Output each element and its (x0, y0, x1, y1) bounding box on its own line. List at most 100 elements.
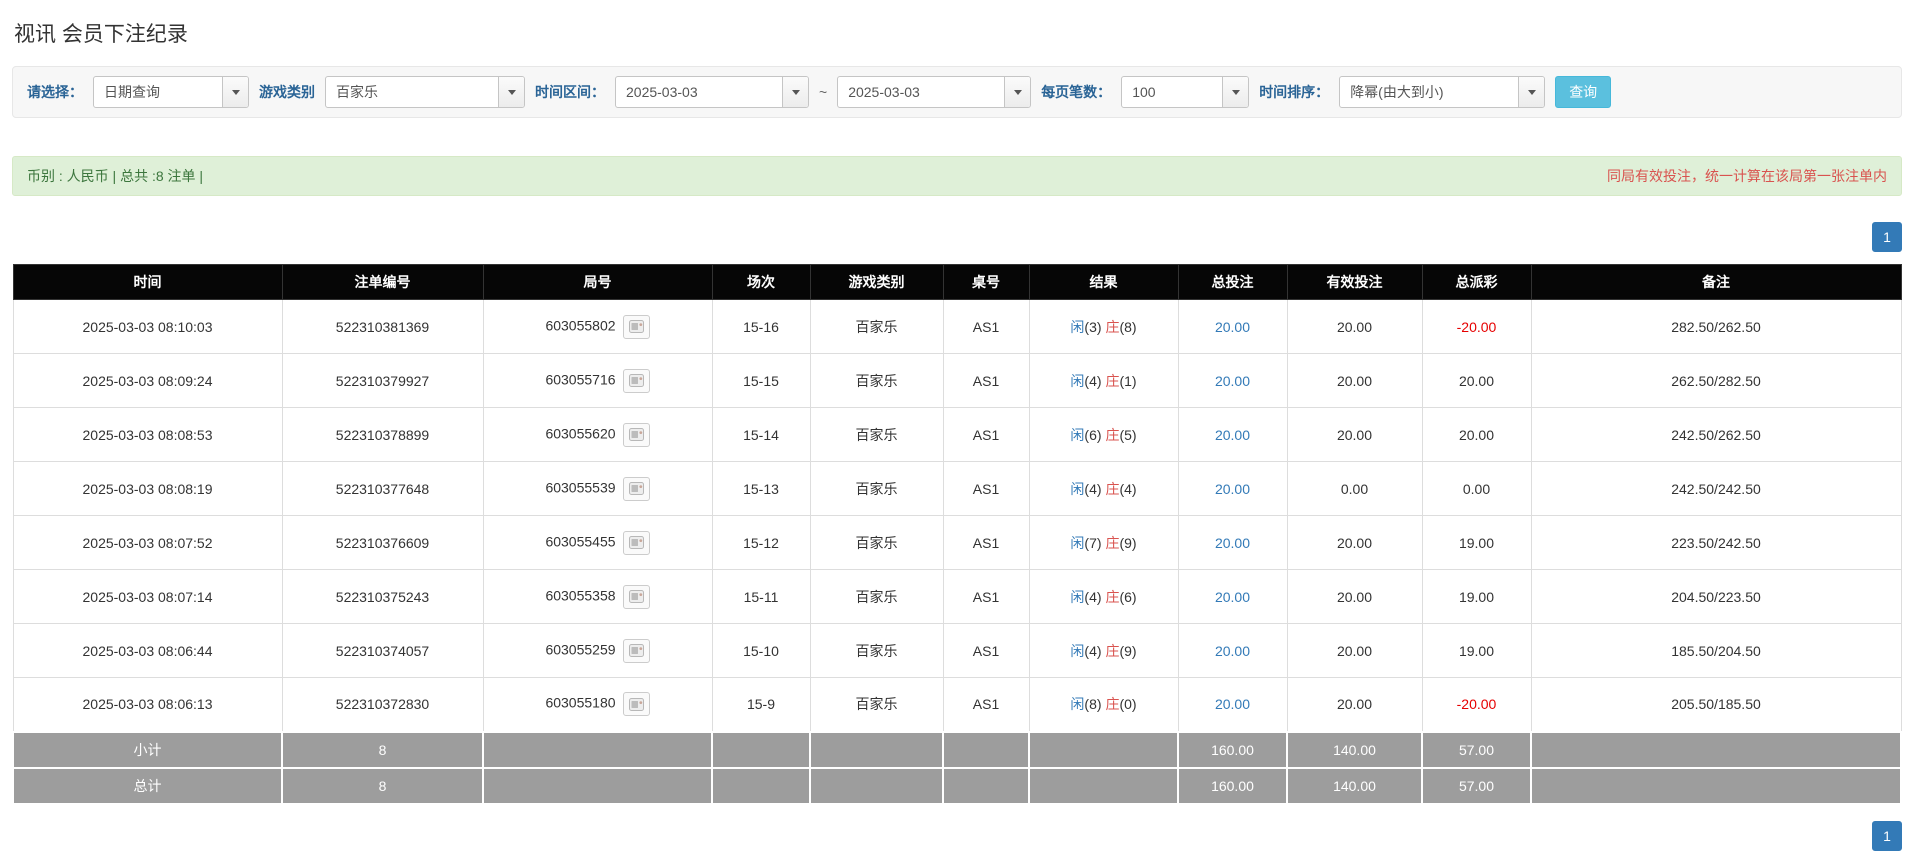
cell-time: 2025-03-03 08:10:03 (12, 299, 283, 354)
date-range-separator: ~ (819, 84, 828, 100)
cell-time: 2025-03-03 08:09:24 (12, 353, 283, 408)
query-type-value: 日期查询 (104, 84, 160, 100)
video-icon (628, 428, 644, 441)
video-replay-button[interactable] (622, 584, 650, 609)
result-player-label: 闲 (1070, 426, 1085, 443)
total-bet-link[interactable]: 20.00 (1215, 535, 1250, 551)
cell-valid-bet: 20.00 (1286, 677, 1423, 732)
cell-session: 15-15 (711, 353, 811, 408)
cell-session: 15-11 (711, 569, 811, 624)
cell-table-no: AS1 (942, 677, 1030, 732)
sort-dropdown-button[interactable] (1518, 77, 1545, 107)
subtotal-row-cell: 160.00 (1177, 730, 1288, 769)
video-replay-button[interactable] (622, 530, 650, 555)
result-banker-label: 庄 (1105, 480, 1120, 497)
sort-select[interactable]: 降幂(由大到小) (1339, 76, 1546, 108)
page-size-select[interactable]: 100 (1121, 76, 1250, 108)
video-replay-button[interactable] (622, 476, 650, 501)
sort-value: 降幂(由大到小) (1350, 84, 1444, 100)
result-banker-label: 庄 (1105, 696, 1120, 713)
cell-table-no: AS1 (942, 623, 1030, 678)
cell-payout: 20.00 (1421, 353, 1532, 408)
video-replay-button[interactable] (622, 638, 650, 663)
search-button[interactable]: 查询 (1555, 76, 1612, 108)
video-replay-button[interactable] (622, 692, 650, 717)
table-footer: 小计 8 160.00 140.00 57.00 总计 8 160.00 140.00 57.00 (12, 730, 1902, 805)
round-id-text: 603055802 (545, 317, 616, 334)
cell-remark: 262.50/282.50 (1530, 353, 1902, 408)
cell-remark: 205.50/185.50 (1530, 677, 1902, 732)
cell-table-no: AS1 (942, 515, 1030, 570)
cell-total-bet: 20.00 (1177, 407, 1288, 462)
game-type-select[interactable]: 百家乐 (325, 76, 525, 108)
result-player-label: 闲 (1070, 588, 1085, 605)
cell-bet-id: 522310381369 (281, 299, 484, 354)
table-row: 2025-03-03 08:08:53 522310378899 603055620… (12, 407, 1902, 462)
date-from-select[interactable]: 2025-03-03 (615, 76, 809, 108)
date-to-value: 2025-03-03 (848, 84, 920, 100)
total-row: 总计 8 160.00 140.00 57.00 (12, 766, 1902, 805)
total-bet-link[interactable]: 20.00 (1215, 319, 1250, 335)
cell-payout: 0.00 (1421, 461, 1532, 516)
payout-value: 19.00 (1458, 642, 1495, 659)
date-to-select[interactable]: 2025-03-03 (837, 76, 1032, 108)
date-to-dropdown-button[interactable] (1004, 77, 1031, 107)
result-banker-score: (4) (1119, 480, 1137, 497)
cell-result: 闲(4) 庄(6) (1028, 569, 1179, 624)
game-type-value: 百家乐 (336, 84, 378, 100)
cell-result: 闲(4) 庄(9) (1028, 623, 1179, 678)
cell-remark: 242.50/262.50 (1530, 407, 1902, 462)
cell-game-type: 百家乐 (809, 515, 944, 570)
pagination-page-1[interactable]: 1 (1872, 222, 1902, 252)
cell-valid-bet: 20.00 (1286, 407, 1423, 462)
table-row: 2025-03-03 08:06:44 522310374057 603055259… (12, 623, 1902, 678)
total-bet-link[interactable]: 20.00 (1215, 696, 1250, 712)
cell-bet-id: 522310374057 (281, 623, 484, 678)
result-banker-label: 庄 (1105, 588, 1120, 605)
total-bet-link[interactable]: 20.00 (1215, 427, 1250, 443)
video-replay-button[interactable] (622, 422, 650, 447)
result-player-score: (6) (1084, 426, 1102, 443)
result-banker-score: (8) (1119, 318, 1137, 335)
pagination-page-1-bottom[interactable]: 1 (1872, 820, 1902, 851)
video-replay-button[interactable] (622, 314, 650, 339)
video-icon (628, 482, 644, 495)
total-bet-link[interactable]: 20.00 (1215, 373, 1250, 389)
game-type-dropdown-button[interactable] (498, 77, 524, 107)
cell-total-bet: 20.00 (1177, 461, 1288, 516)
pagination-top: 1 (12, 222, 1902, 252)
result-banker-label: 庄 (1105, 642, 1120, 659)
total-row-cell (1530, 766, 1902, 805)
page-size-dropdown-button[interactable] (1222, 77, 1249, 107)
column-header: 注单编号 (281, 264, 484, 300)
cell-time: 2025-03-03 08:08:19 (12, 461, 283, 516)
cell-total-bet: 20.00 (1177, 515, 1288, 570)
total-bet-link[interactable]: 20.00 (1215, 481, 1250, 497)
cell-total-bet: 20.00 (1177, 677, 1288, 732)
total-row-cell: 8 (281, 766, 484, 805)
chevron-down-icon (1013, 89, 1022, 95)
cell-bet-id: 522310379927 (281, 353, 484, 408)
video-icon (628, 697, 644, 711)
round-id-text: 603055259 (545, 641, 616, 658)
page-size-label: 每页笔数： (1041, 84, 1112, 100)
query-type-select[interactable]: 日期查询 (93, 76, 249, 108)
video-replay-button[interactable] (622, 368, 650, 393)
date-from-dropdown-button[interactable] (782, 77, 808, 107)
cell-game-type: 百家乐 (809, 353, 944, 408)
cell-session: 15-16 (711, 299, 811, 354)
total-bet-link[interactable]: 20.00 (1215, 589, 1250, 605)
cell-time: 2025-03-03 08:06:13 (12, 677, 283, 732)
round-id-text: 603055539 (545, 479, 616, 496)
total-bet-link[interactable]: 20.00 (1215, 643, 1250, 659)
result-player-score: (4) (1084, 372, 1102, 389)
cell-result: 闲(7) 庄(9) (1028, 515, 1179, 570)
cell-session: 15-12 (711, 515, 811, 570)
video-icon (628, 374, 644, 387)
chevron-down-icon (1527, 89, 1536, 95)
result-banker-score: (9) (1119, 534, 1137, 551)
cell-round-id: 603055259 (482, 623, 713, 678)
cell-game-type: 百家乐 (809, 299, 944, 354)
query-type-dropdown-button[interactable] (222, 77, 248, 107)
total-row-cell (809, 766, 944, 805)
